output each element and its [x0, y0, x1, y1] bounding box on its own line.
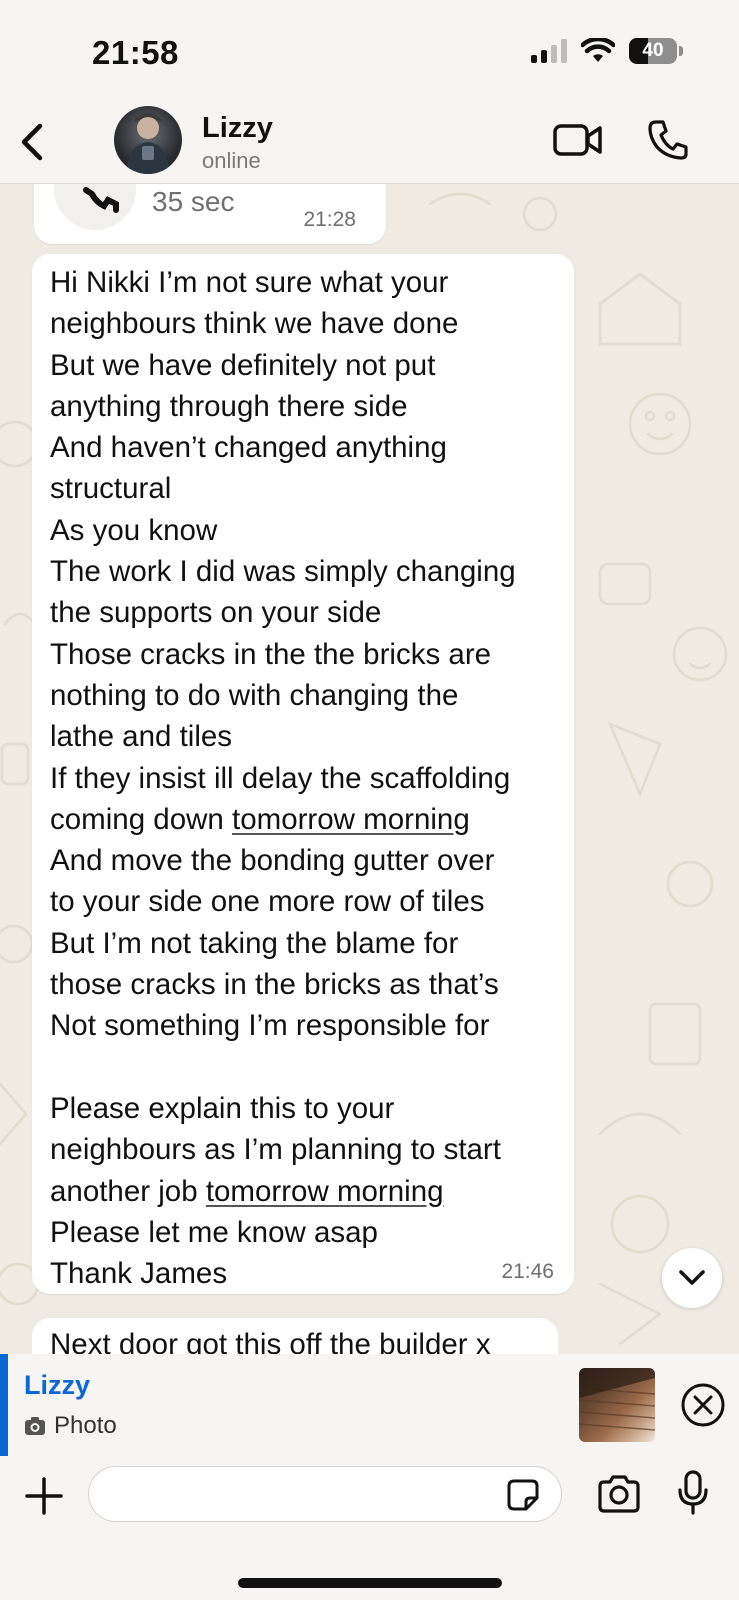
battery-icon: 40	[629, 38, 683, 64]
camera-small-icon	[25, 1417, 45, 1435]
chevron-down-icon	[679, 1270, 705, 1285]
reply-preview: Lizzy Photo	[0, 1354, 739, 1456]
next-message-bubble[interactable]: Next door got this off the builder x	[32, 1318, 558, 1354]
message-time: 21:46	[501, 1260, 554, 1283]
call-icon-circle	[54, 184, 136, 230]
cellular-signal-icon	[531, 39, 567, 63]
message-line: But I’m not taking the blame for	[50, 926, 459, 960]
message-line: the supports on your side	[50, 596, 382, 630]
message-line: neighbours think we have done	[50, 307, 459, 341]
message-line: nothing to do with changing the	[50, 678, 459, 712]
message-line: And haven’t changed anything	[50, 431, 447, 465]
message-line: lathe and tiles	[50, 720, 233, 754]
camera-icon[interactable]	[596, 1474, 642, 1514]
message-input[interactable]	[88, 1466, 562, 1522]
message-line: to your side one more row of tiles	[50, 885, 485, 919]
battery-level: 40	[642, 40, 664, 61]
home-indicator	[238, 1578, 502, 1588]
message-line: structural	[50, 472, 172, 506]
message-line: those cracks in the bricks as that’s	[50, 968, 499, 1002]
message-line	[50, 1047, 570, 1088]
scroll-down-button[interactable]	[662, 1248, 722, 1308]
status-icons: 40	[531, 38, 683, 64]
call-duration: 35 sec	[152, 186, 235, 217]
message-line: Thank James	[50, 1257, 228, 1291]
reply-thumbnail	[579, 1368, 655, 1442]
wifi-icon	[581, 38, 615, 62]
call-message-bubble[interactable]: 35 sec 21:28	[34, 184, 386, 244]
message-text: Hi Nikki I’m not sure what your neighbour…	[50, 262, 570, 1294]
message-line: But we have definitely not put	[50, 348, 436, 382]
message-line: The work I did was simply changing	[50, 555, 516, 589]
voice-call-icon[interactable]	[646, 118, 690, 162]
close-icon[interactable]	[680, 1382, 726, 1428]
status-bar: 21:58 40	[0, 0, 739, 100]
video-call-icon[interactable]	[552, 120, 604, 160]
reply-type-label: Photo	[54, 1412, 117, 1439]
message-line: coming down tomorrow morning	[50, 802, 470, 836]
avatar[interactable]	[114, 106, 182, 174]
reply-type: Photo	[24, 1412, 117, 1440]
message-line: Please explain this to your	[50, 1091, 395, 1125]
message-line: Those cracks in the the bricks are	[50, 637, 492, 671]
date-link[interactable]: tomorrow morning	[206, 1175, 444, 1208]
status-time: 21:58	[92, 34, 179, 71]
microphone-icon[interactable]	[676, 1470, 710, 1516]
date-link[interactable]: tomorrow morning	[232, 803, 470, 836]
chat-area[interactable]: 35 sec 21:28 Hi Nikki I’m not sure what …	[0, 184, 739, 1354]
phone-icon	[83, 187, 119, 213]
back-chevron-icon[interactable]	[14, 120, 50, 164]
message-line: anything through there side	[50, 389, 408, 423]
input-bar	[0, 1456, 739, 1600]
message-line: another job tomorrow morning	[50, 1174, 444, 1208]
message-line: As you know	[50, 513, 218, 547]
sticker-icon[interactable]	[506, 1478, 540, 1512]
contact-status: online	[202, 148, 261, 173]
reply-name: Lizzy	[24, 1370, 91, 1400]
message-line: And move the bonding gutter over	[50, 844, 495, 878]
reply-accent-bar	[0, 1354, 8, 1456]
message-line: Please let me know asap	[50, 1215, 378, 1249]
message-line: Not something I’m responsible for	[50, 1009, 490, 1043]
message-bubble[interactable]: Hi Nikki I’m not sure what your neighbour…	[32, 254, 574, 1294]
contact-name[interactable]: Lizzy	[202, 112, 273, 145]
message-line: If they insist ill delay the scaffolding	[50, 761, 511, 795]
next-message-text: Next door got this off the builder x	[50, 1328, 491, 1354]
message-line: Hi Nikki I’m not sure what your	[50, 266, 449, 299]
message-line: neighbours as I’m planning to start	[50, 1133, 501, 1167]
call-time: 21:28	[303, 208, 356, 231]
chat-header: Lizzy online	[0, 100, 739, 184]
plus-icon[interactable]	[24, 1476, 64, 1516]
